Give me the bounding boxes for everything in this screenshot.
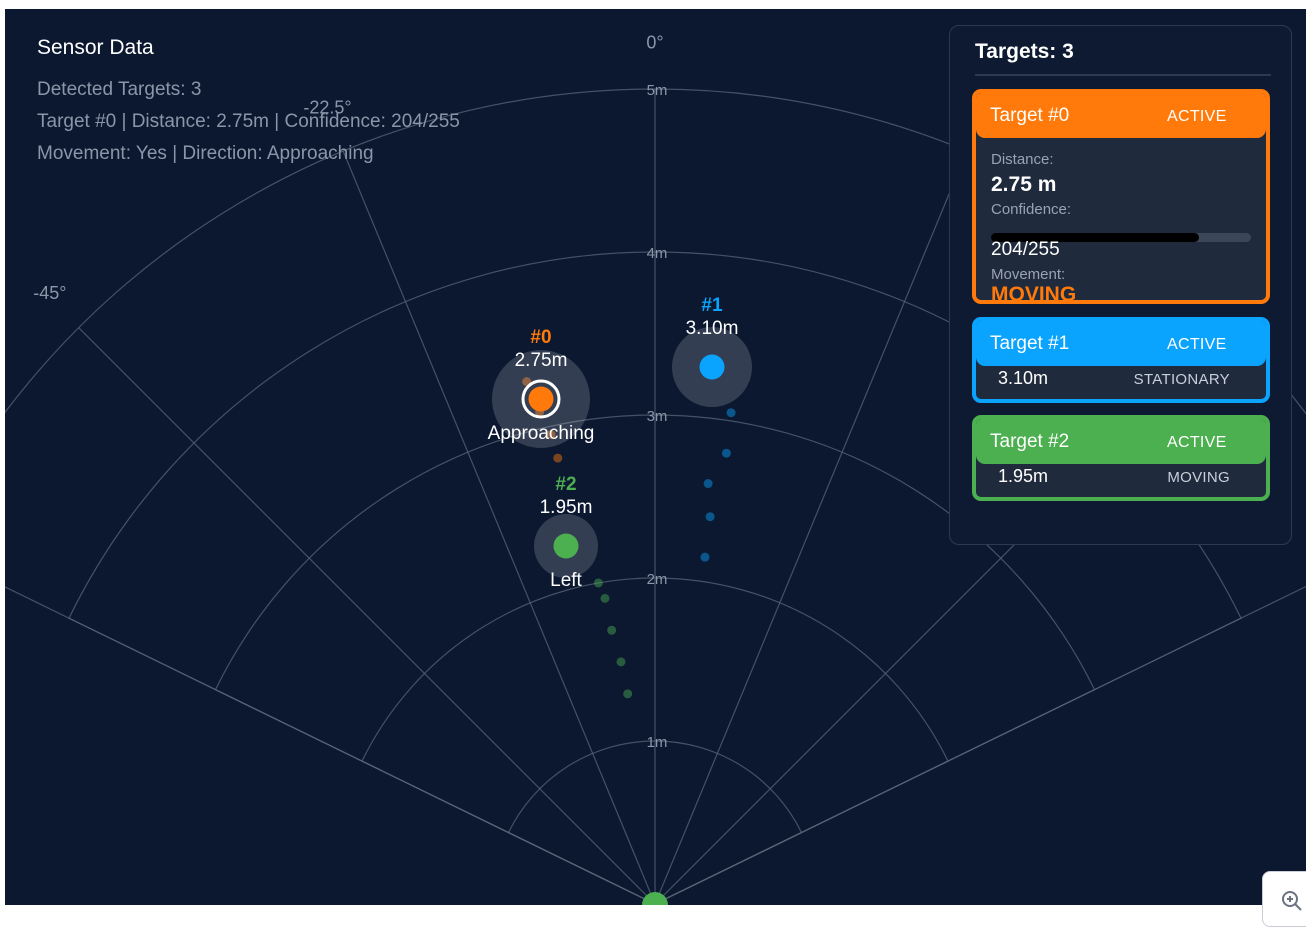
target-dot bbox=[699, 354, 725, 380]
movement-label: Movement: bbox=[991, 266, 1066, 283]
target-card-name: Target #1 bbox=[990, 333, 1070, 354]
targets-panel-title: Targets: 3 bbox=[975, 40, 1074, 63]
status-badge: ACTIVE bbox=[1167, 434, 1227, 451]
trail-point bbox=[726, 408, 736, 418]
trail-point bbox=[700, 552, 710, 562]
target-card-header: Target #2 ACTIVE bbox=[976, 419, 1266, 464]
radar-targets: #02.75m Approaching #13.10m #21.95m Left bbox=[488, 295, 752, 905]
target-0: #02.75m Approaching bbox=[488, 327, 595, 448]
range-label: 2m bbox=[647, 571, 668, 588]
target-card-name: Target #2 bbox=[990, 431, 1070, 452]
detected-count: Detected Targets: 3 bbox=[37, 79, 202, 100]
target-card-header: Target #0 ACTIVE bbox=[976, 93, 1266, 138]
trail-point bbox=[600, 593, 610, 603]
panel-divider bbox=[975, 74, 1271, 76]
movement-value: MOVING bbox=[991, 283, 1077, 304]
range-label: 5m bbox=[647, 82, 668, 99]
target-distance-label: 2.75m bbox=[515, 350, 568, 371]
target-direction-label: Left bbox=[550, 570, 582, 591]
distance-label: Distance: bbox=[991, 151, 1054, 168]
range-label: 3m bbox=[647, 408, 668, 425]
distance-value: 2.75 m bbox=[991, 173, 1057, 196]
angle-spoke bbox=[342, 150, 656, 905]
status-badge: ACTIVE bbox=[1167, 336, 1227, 353]
target-card-header: Target #1 ACTIVE bbox=[976, 321, 1266, 366]
trail-point bbox=[703, 479, 713, 489]
target-2: #21.95m Left bbox=[534, 474, 598, 591]
distance-value: 1.95m bbox=[998, 466, 1049, 486]
distance-value: 3.10m bbox=[998, 368, 1049, 388]
target-id-label: #0 bbox=[530, 327, 551, 348]
range-label: 4m bbox=[647, 245, 668, 262]
trail-point bbox=[705, 512, 715, 522]
targets-panel: Targets: 3 Target #0 ACTIVE Distance: 2.… bbox=[949, 25, 1292, 545]
sensor-info-title: Sensor Data bbox=[37, 36, 154, 59]
trail-point bbox=[623, 689, 633, 699]
angle-label: -45° bbox=[33, 283, 66, 303]
confidence-label: Confidence: bbox=[991, 201, 1072, 218]
target-id-label: #1 bbox=[701, 295, 723, 316]
confidence-value: 204/255 bbox=[991, 239, 1060, 260]
sensor-origin bbox=[642, 892, 668, 905]
zoom-in-icon bbox=[1282, 891, 1302, 911]
movement-value: MOVING bbox=[1167, 469, 1230, 486]
target-dot bbox=[528, 386, 554, 412]
target-1: #13.10m bbox=[672, 295, 752, 407]
target-card-name: Target #0 bbox=[990, 105, 1070, 126]
primary-target-info: Target #0 | Distance: 2.75m | Confidence… bbox=[37, 111, 460, 132]
target-distance-label: 1.95m bbox=[540, 497, 593, 518]
target-card-1[interactable]: Target #1 ACTIVE 3.10m STATIONARY bbox=[972, 317, 1270, 403]
trail-point bbox=[721, 448, 731, 458]
trail-point bbox=[553, 453, 563, 463]
radar-view: 1m2m3m4m5m-45°-22.5°0°22.5°45° #02.75mAp… bbox=[5, 9, 1306, 905]
target-direction-label: Approaching bbox=[488, 423, 595, 444]
angle-spoke bbox=[654, 150, 968, 905]
target-distance-label: 3.10m bbox=[686, 318, 739, 339]
primary-target-movement: Movement: Yes | Direction: Approaching bbox=[37, 143, 374, 164]
status-badge: ACTIVE bbox=[1167, 108, 1227, 125]
target-card-2[interactable]: Target #2 ACTIVE 1.95m MOVING bbox=[972, 415, 1270, 501]
movement-value: STATIONARY bbox=[1133, 371, 1230, 388]
range-label: 1m bbox=[647, 734, 668, 751]
angle-label: 0° bbox=[646, 32, 663, 52]
sensor-info: Sensor Data Detected Targets: 3 Target #… bbox=[37, 37, 460, 175]
target-id-label: #2 bbox=[555, 474, 576, 495]
trail-point bbox=[607, 625, 617, 635]
target-dot bbox=[553, 533, 579, 559]
trail-point bbox=[593, 578, 603, 588]
zoom-in-button[interactable] bbox=[1262, 871, 1306, 927]
target-card-0[interactable]: Target #0 ACTIVE Distance: 2.75 m Confid… bbox=[972, 89, 1270, 304]
trail-point bbox=[616, 657, 626, 667]
